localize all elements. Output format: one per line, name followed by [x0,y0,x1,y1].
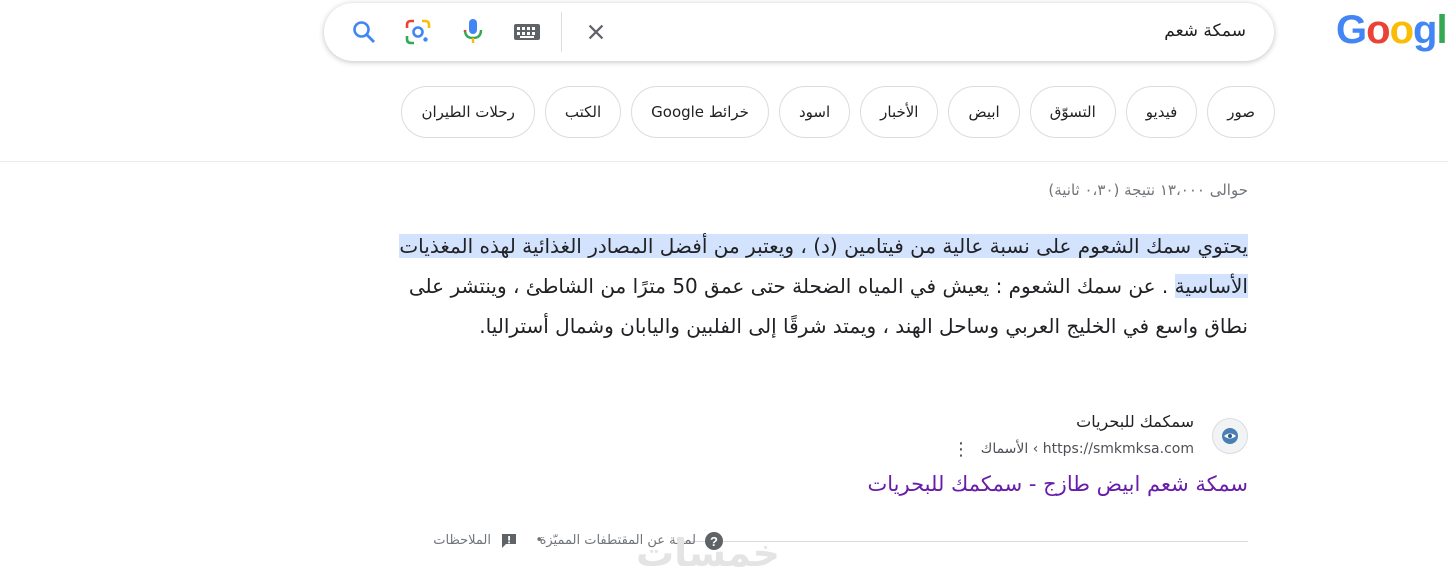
result-source[interactable]: سمكمك للبحريات https://smkmksa.com › الأ… [748,412,1248,462]
search-icon[interactable] [350,18,378,46]
url-text: https://smkmksa.com [1042,441,1194,457]
site-url[interactable]: https://smkmksa.com › الأسماك [981,441,1194,457]
featured-snippet: يحتوي سمك الشعوم على نسبة عالية من فيتام… [360,226,1248,346]
chip-shopping[interactable]: التسوّق [1029,86,1116,138]
logo-letter-3: o [1389,8,1414,52]
url-breadcrumb: › الأسماك [980,441,1039,457]
footer-separator: • [535,533,543,548]
feedback-link[interactable]: الملاحظات [433,533,491,548]
result-title-link[interactable]: سمكة شعم ابيض طازج - سمكمك للبحريات [868,472,1249,496]
filter-chips: صور فيديو التسوّق ابيض الأخبار اسود خرائ… [355,86,1275,140]
microphone-icon[interactable] [459,18,487,46]
search-box[interactable]: سمكة شعم [324,3,1274,61]
chip-videos[interactable]: فيديو [1125,86,1198,138]
search-results-page: Google سمكة شعم [0,0,1448,587]
site-name[interactable]: سمكمك للبحريات [1076,412,1194,431]
logo-letter-2: o [1366,8,1390,52]
chip-news[interactable]: الأخبار [860,86,939,138]
chip-flights[interactable]: رحلات الطيران [401,86,535,138]
site-favicon [1212,418,1248,454]
header-divider [0,161,1448,162]
watermark: خمسات [636,531,780,575]
chip-images[interactable]: صور [1207,86,1275,138]
google-lens-icon[interactable] [404,18,432,46]
logo-letter-5: l [1436,8,1447,52]
more-options-icon[interactable]: ⋮ [952,440,970,460]
snippet-text: . عن سمك الشعوم : يعيش في المياه الضحلة … [408,274,1248,338]
result-stats: حوالى ١٣،٠٠٠ نتيجة (٠،٣٠ ثانية) [1048,181,1248,199]
logo-letter-1: G [1336,8,1367,52]
chip-books[interactable]: الكتب [544,86,622,138]
chip-maps[interactable]: خرائط Google [631,86,769,138]
feedback-icon[interactable] [500,532,518,554]
chip-white[interactable]: ابيض [948,86,1020,138]
search-divider [561,12,562,52]
logo-letter-4: g [1413,8,1437,52]
search-input[interactable]: سمكة شعم [1164,21,1246,41]
keyboard-icon[interactable] [513,18,541,46]
chip-black[interactable]: اسود [778,86,851,138]
clear-icon[interactable] [582,18,610,46]
google-logo[interactable]: Google [1336,8,1448,53]
